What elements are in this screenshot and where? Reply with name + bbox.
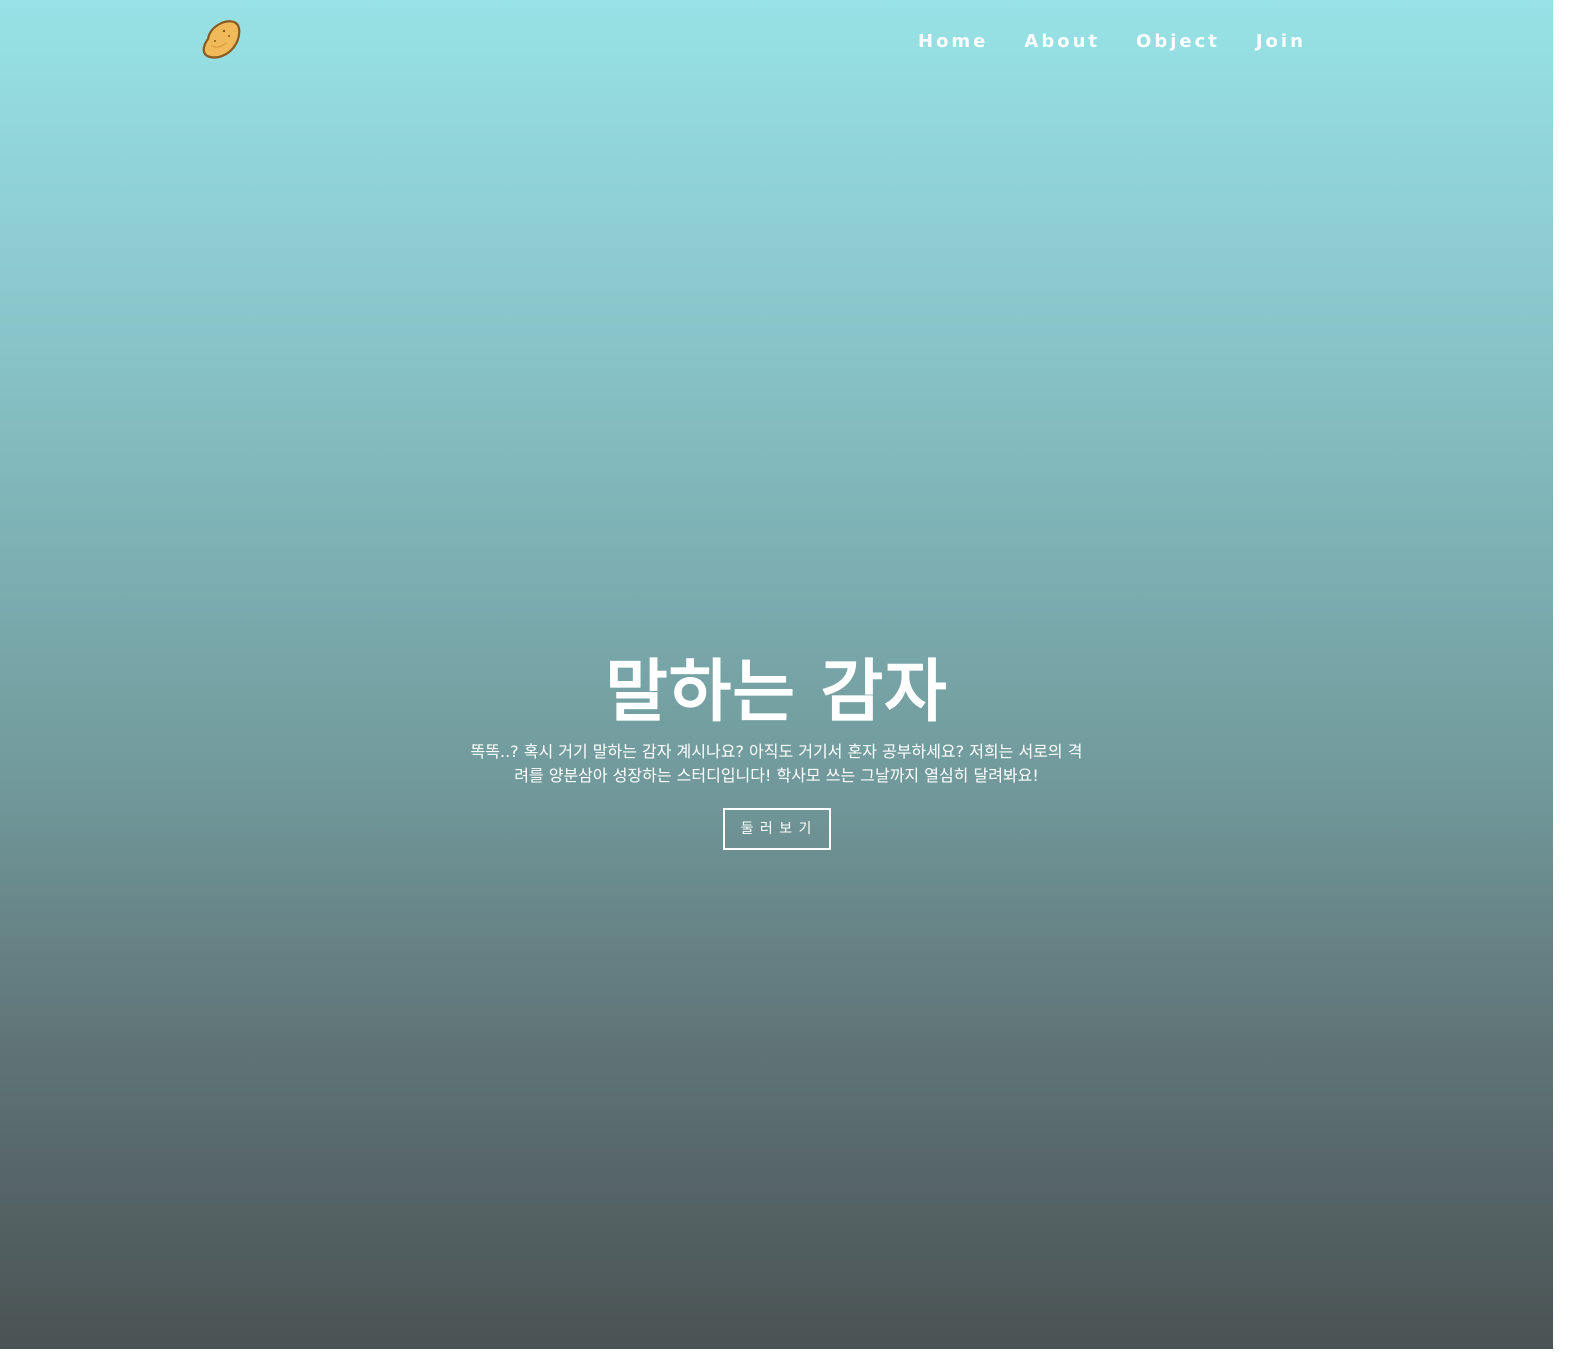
nav-link-object[interactable]: Object bbox=[1136, 31, 1220, 52]
hero-description-line: 똑똑..? 혹시 거기 말하는 감자 계시나요? 아직도 거기서 혼자 공부하세… bbox=[470, 742, 1083, 761]
nav-link-home[interactable]: Home bbox=[918, 31, 988, 52]
hero-section: 말하는 감자 똑똑..? 혹시 거기 말하는 감자 계시나요? 아직도 거기서 … bbox=[0, 650, 1553, 850]
nav-link-about[interactable]: About bbox=[1024, 31, 1100, 52]
navbar: Home About Object Join bbox=[0, 0, 1553, 82]
hero-description: 똑똑..? 혹시 거기 말하는 감자 계시나요? 아직도 거기서 혼자 공부하세… bbox=[452, 740, 1102, 788]
potato-icon bbox=[202, 20, 241, 59]
landing-page: Home About Object Join 말하는 감자 똑똑..? 혹시 거… bbox=[0, 0, 1553, 1349]
logo-link[interactable] bbox=[198, 19, 242, 61]
page-edge-bottom bbox=[0, 1349, 1577, 1359]
nav-link-join[interactable]: Join bbox=[1256, 31, 1306, 52]
browse-button[interactable]: 둘 러 보 기 bbox=[722, 808, 831, 850]
hero-title: 말하는 감자 bbox=[605, 653, 948, 732]
page-edge bbox=[1553, 0, 1577, 1359]
nav-menu: Home About Object Join bbox=[900, 28, 1324, 54]
hero-description-line: 려를 양분삼아 성장하는 스터디입니다! 학사모 쓰는 그날까지 열심히 달려봐… bbox=[514, 766, 1039, 785]
